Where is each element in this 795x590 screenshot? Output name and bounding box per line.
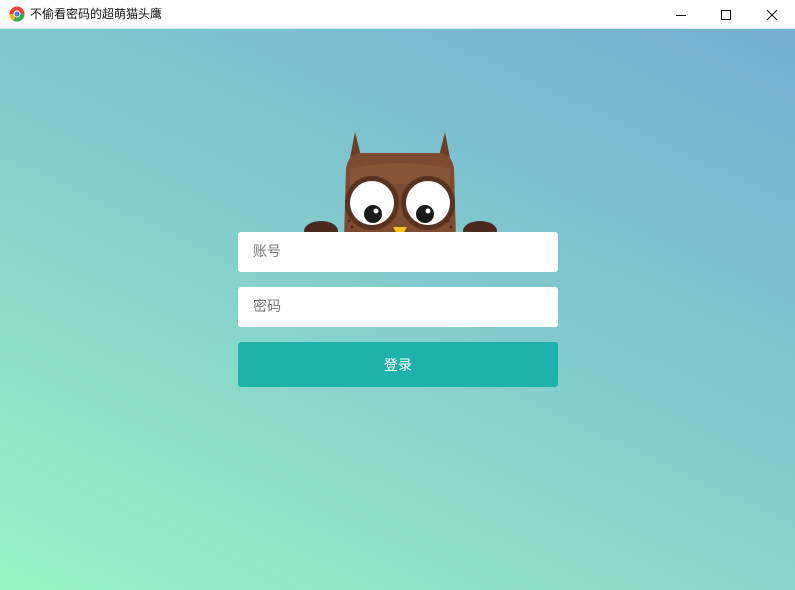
maximize-button[interactable] [703, 0, 749, 29]
close-icon [766, 9, 778, 20]
login-background: 登录 [0, 29, 795, 590]
password-input[interactable] [238, 287, 558, 327]
minimize-icon [676, 14, 686, 16]
app-icon [9, 6, 25, 22]
close-button[interactable] [749, 0, 795, 29]
login-button[interactable]: 登录 [238, 342, 558, 387]
minimize-button[interactable] [658, 0, 704, 29]
maximize-icon [721, 9, 731, 20]
window-titlebar: 不偷看密码的超萌猫头鹰 [0, 0, 795, 29]
account-input[interactable] [238, 232, 558, 272]
window-title: 不偷看密码的超萌猫头鹰 [30, 7, 163, 21]
